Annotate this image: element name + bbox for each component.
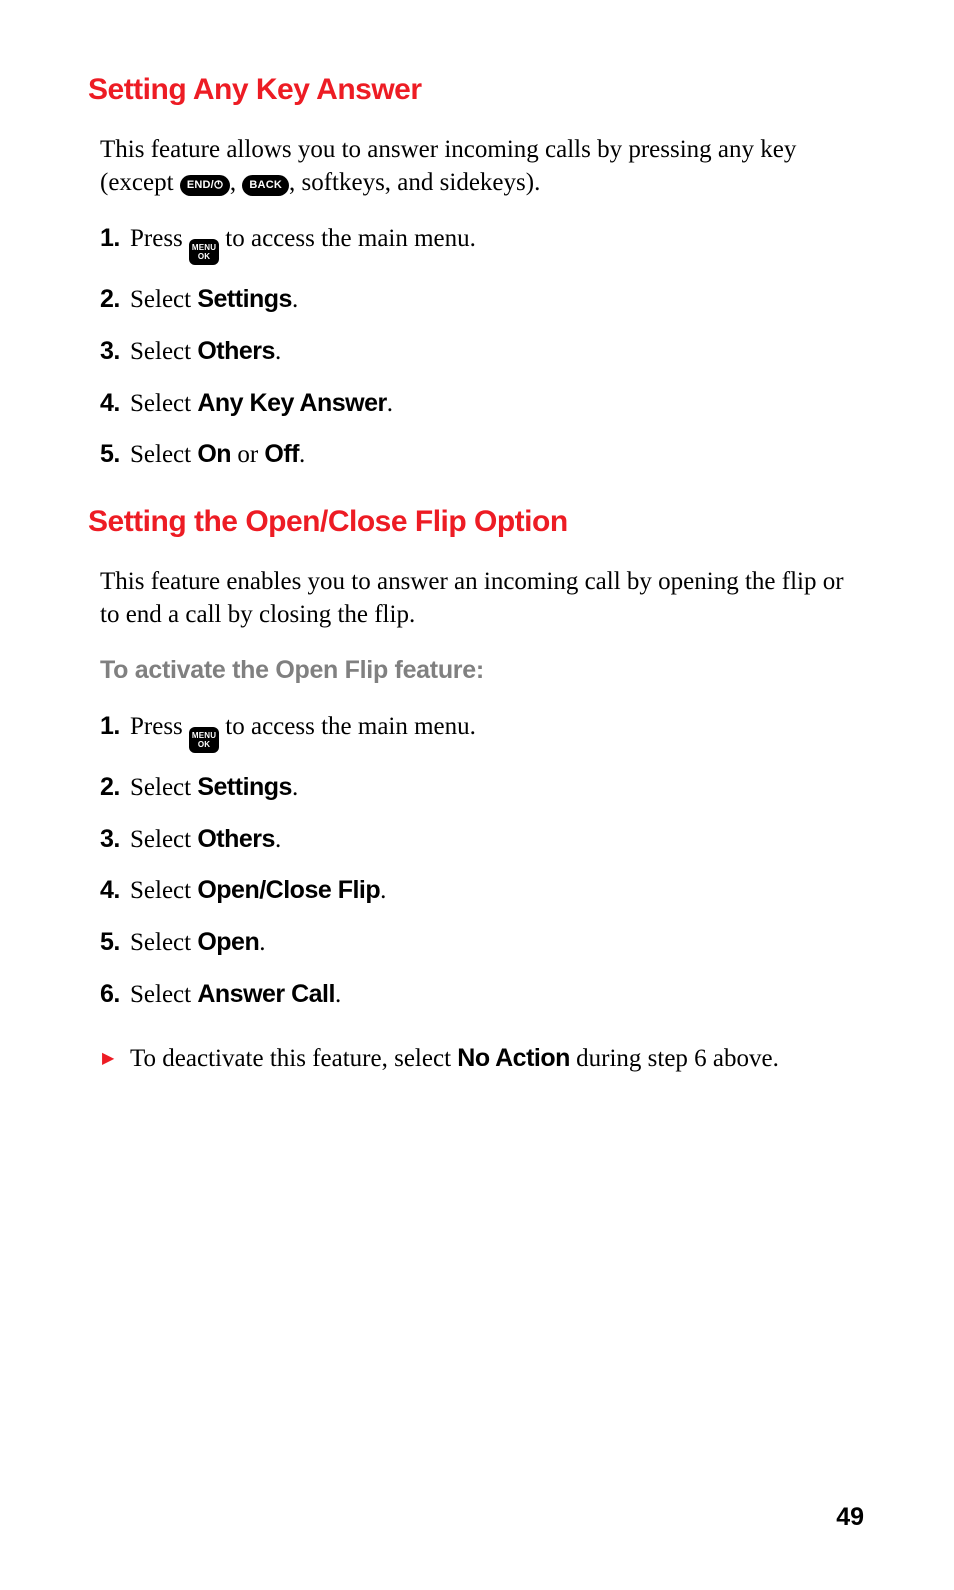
step-number: 1. — [100, 710, 120, 744]
step-item: 5. Select Open. — [100, 926, 854, 960]
option: On — [197, 440, 231, 468]
text: Select — [130, 774, 197, 801]
section-open-close-flip: Setting the Open/Close Flip Option This … — [88, 502, 854, 1075]
step-item: 3. Select Others. — [100, 823, 854, 857]
option: Off — [264, 440, 299, 468]
back-key-icon: BACK — [242, 175, 289, 196]
step-item: 1. Press MENUOK to access the main menu. — [100, 710, 854, 753]
option: No Action — [457, 1044, 570, 1072]
steps-open-close: 1. Press MENUOK to access the main menu.… — [88, 710, 854, 1012]
intro-open-close: This feature enables you to answer an in… — [88, 565, 854, 633]
step-item: 1. Press MENUOK to access the main menu. — [100, 222, 854, 265]
step-item: 6. Select Answer Call. — [100, 978, 854, 1012]
menu-path: Others — [197, 337, 275, 365]
step-number: 4. — [100, 387, 120, 421]
sub-heading-activate: To activate the Open Flip feature: — [88, 654, 854, 688]
step-number: 1. — [100, 222, 120, 256]
text: . — [292, 286, 298, 313]
page-number: 49 — [836, 1501, 864, 1535]
step-number: 4. — [100, 874, 120, 908]
text: Select — [130, 981, 197, 1008]
text: to access the main menu. — [219, 225, 476, 252]
text: . — [259, 929, 265, 956]
step-item: 3. Select Others. — [100, 335, 854, 369]
end-key-icon: END/ — [180, 175, 230, 196]
step-item: 2. Select Settings. — [100, 283, 854, 317]
text: . — [387, 390, 393, 417]
option: Open — [197, 928, 259, 956]
text: Press — [130, 713, 189, 740]
text: Select — [130, 929, 197, 956]
key-label: OK — [198, 740, 210, 749]
menu-path: Settings — [197, 285, 292, 313]
step-number: 2. — [100, 771, 120, 805]
text: Select — [130, 338, 197, 365]
menu-path: Any Key Answer — [197, 389, 386, 417]
text: . — [275, 338, 281, 365]
step-number: 5. — [100, 926, 120, 960]
steps-any-key: 1. Press MENUOK to access the main menu.… — [88, 222, 854, 472]
text: Select — [130, 286, 197, 313]
menu-path: Settings — [197, 773, 292, 801]
step-number: 3. — [100, 335, 120, 369]
option: Answer Call — [197, 980, 335, 1008]
menu-ok-key-icon: MENUOK — [189, 239, 219, 265]
text: . — [335, 981, 341, 1008]
intro-any-key: This feature allows you to answer incomi… — [88, 133, 854, 201]
key-label: MENU — [192, 731, 216, 740]
text: or — [231, 441, 264, 468]
text: to access the main menu. — [219, 713, 476, 740]
text: . — [299, 441, 305, 468]
step-number: 2. — [100, 283, 120, 317]
text: Press — [130, 225, 189, 252]
text: To deactivate this feature, select — [130, 1045, 457, 1072]
text: Select — [130, 390, 197, 417]
key-label: MENU — [192, 243, 216, 252]
text: . — [380, 877, 386, 904]
text: Select — [130, 877, 197, 904]
step-item: 4. Select Open/Close Flip. — [100, 874, 854, 908]
step-item: 2. Select Settings. — [100, 771, 854, 805]
heading-any-key-answer: Setting Any Key Answer — [88, 70, 854, 111]
key-label: OK — [198, 252, 210, 261]
text: , — [230, 169, 243, 196]
menu-ok-key-icon: MENUOK — [189, 727, 219, 753]
triangle-bullet-icon: ▶ — [102, 1048, 114, 1070]
text: Select — [130, 826, 197, 853]
manual-page: Setting Any Key Answer This feature allo… — [0, 0, 954, 1075]
step-item: 5. Select On or Off. — [100, 438, 854, 472]
text: , softkeys, and sidekeys). — [289, 169, 540, 196]
text: . — [292, 774, 298, 801]
step-number: 5. — [100, 438, 120, 472]
menu-path: Open/Close Flip — [197, 876, 380, 904]
heading-open-close-flip: Setting the Open/Close Flip Option — [88, 502, 854, 543]
text: Select — [130, 441, 197, 468]
menu-path: Others — [197, 825, 275, 853]
step-number: 6. — [100, 978, 120, 1012]
key-label: END/ — [187, 179, 214, 191]
text: . — [275, 826, 281, 853]
deactivate-note: ▶ To deactivate this feature, select No … — [88, 1042, 854, 1076]
step-item: 4. Select Any Key Answer. — [100, 387, 854, 421]
text: during step 6 above. — [570, 1045, 779, 1072]
step-number: 3. — [100, 823, 120, 857]
